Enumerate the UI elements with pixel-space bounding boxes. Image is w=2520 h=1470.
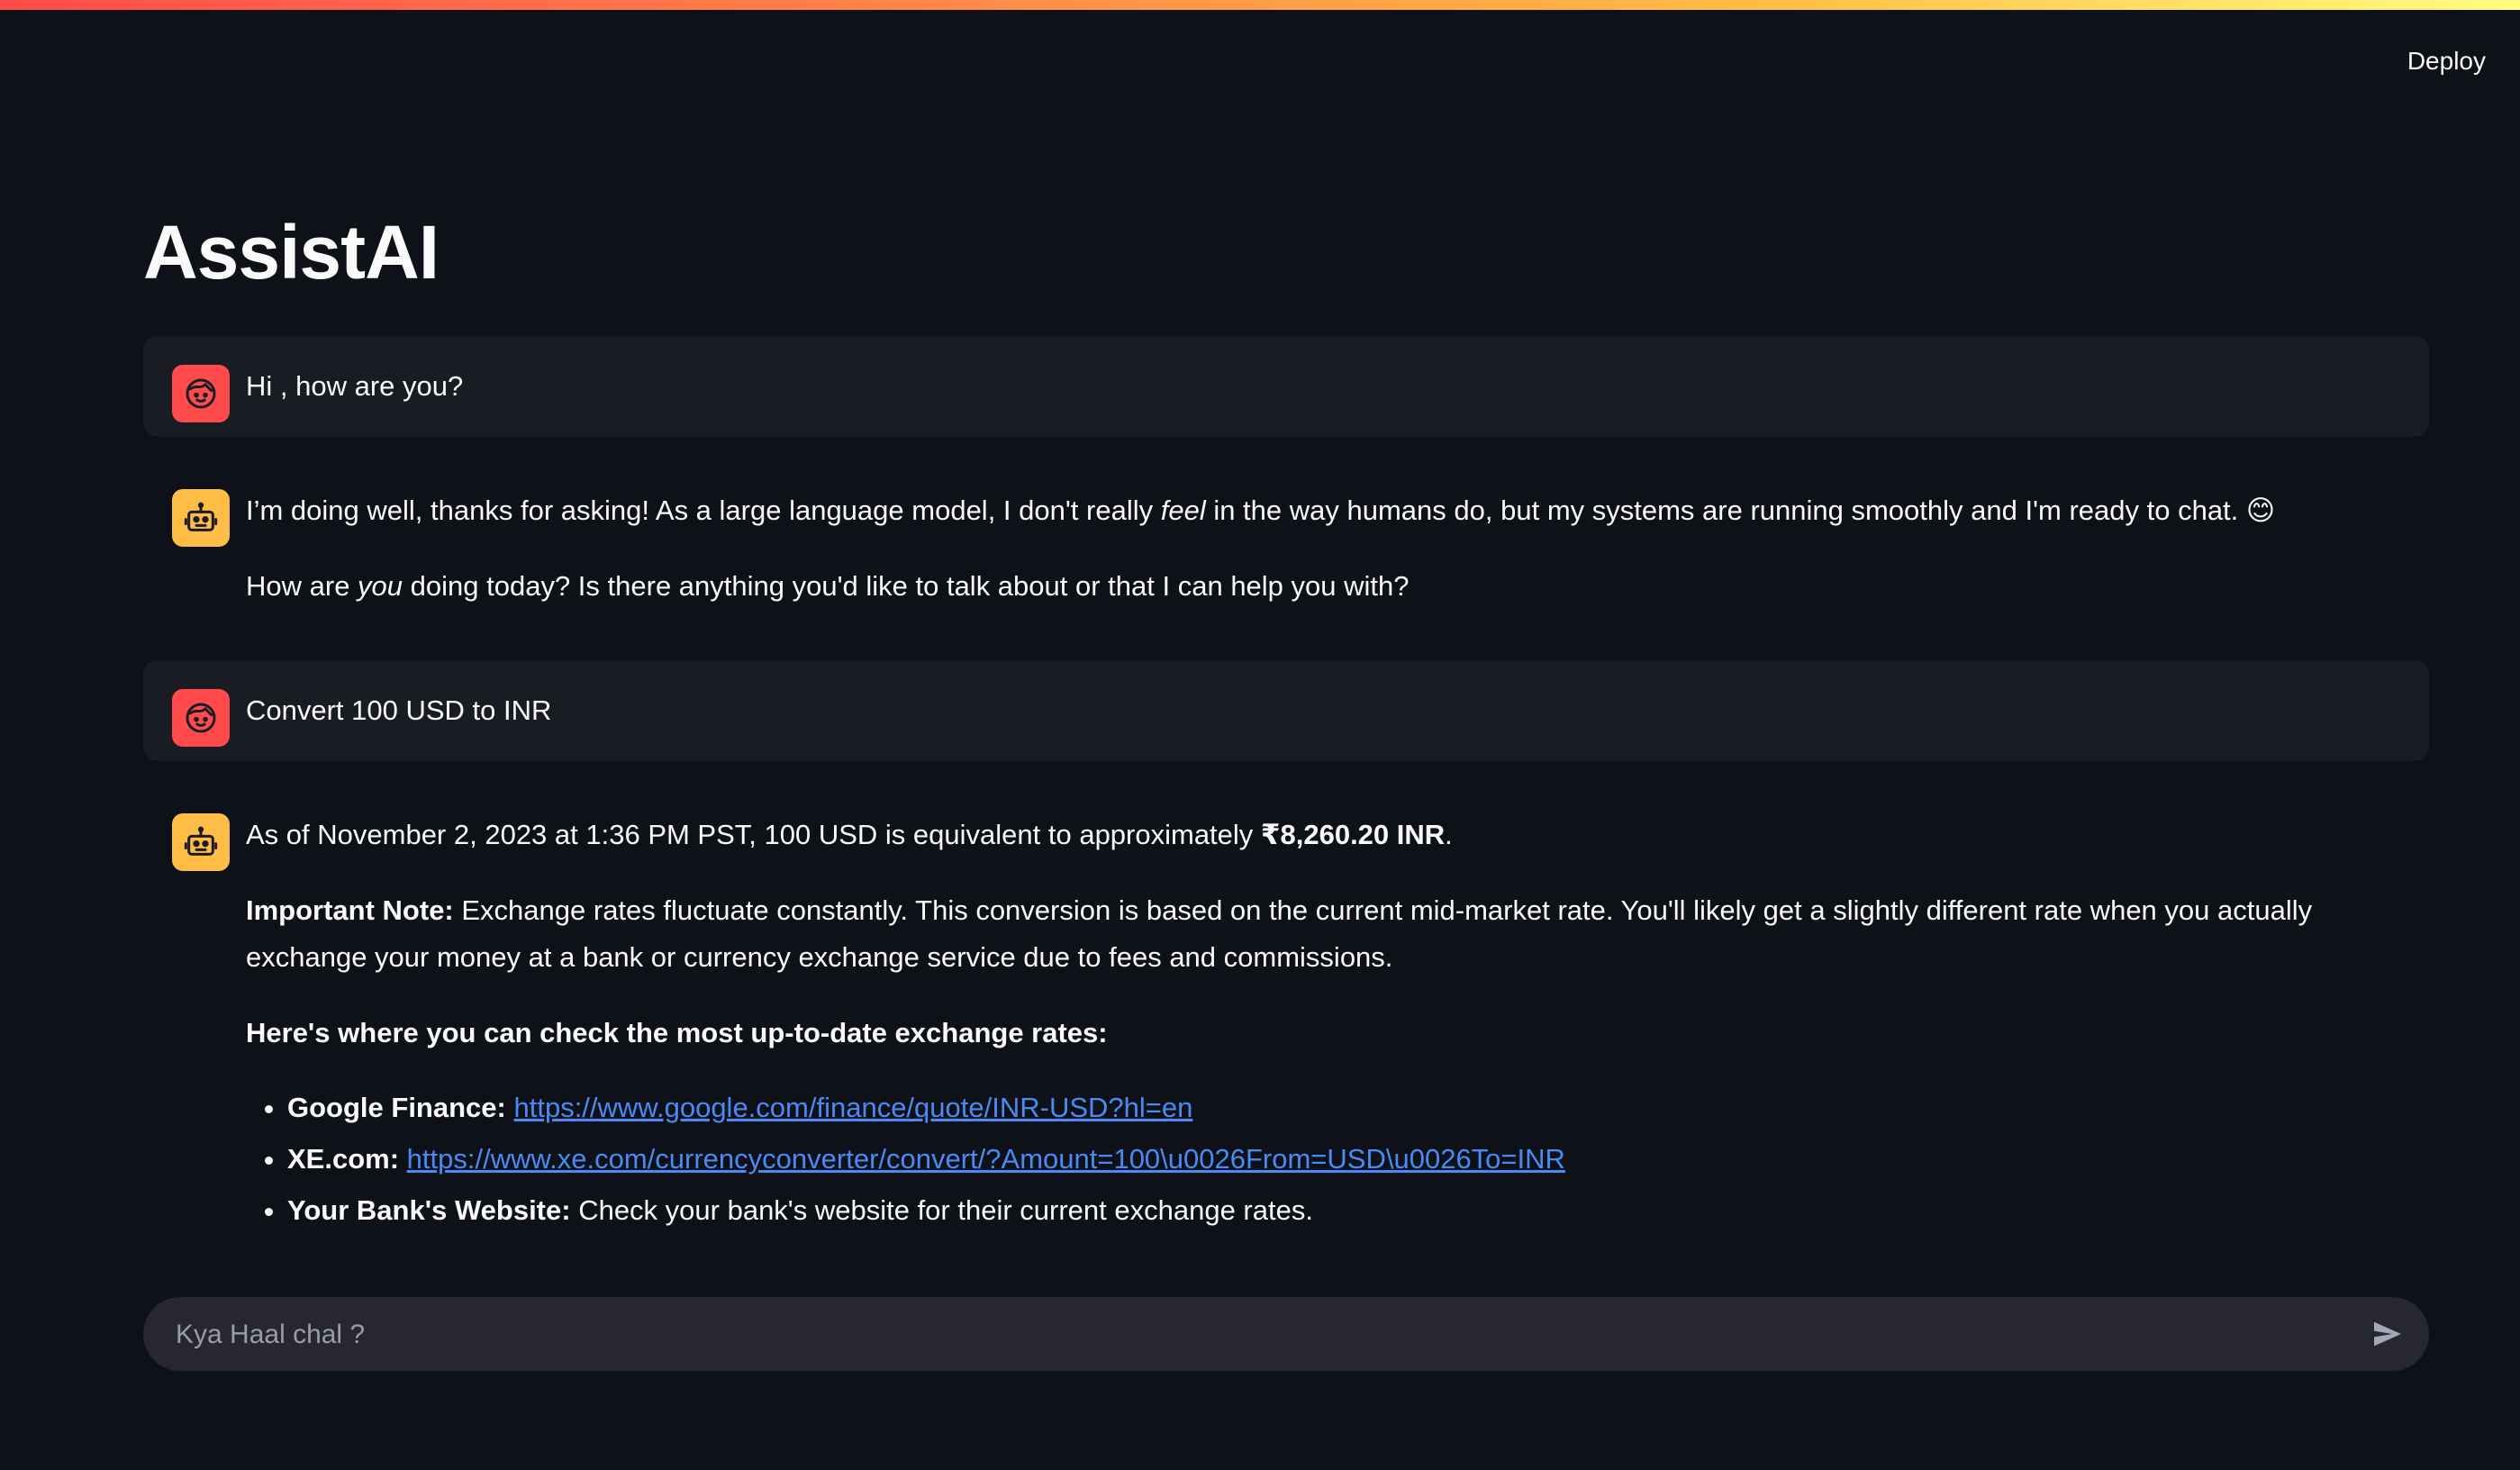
google-finance-link[interactable]: https://www.google.com/finance/quote/INR…: [513, 1092, 1192, 1123]
message-text: Convert 100 USD to INR: [246, 694, 552, 726]
robot-icon: [172, 489, 230, 547]
list-item: Google Finance: https://www.google.com/f…: [287, 1082, 2400, 1133]
page-title: AssistAI: [143, 210, 440, 295]
chat-history[interactable]: Hi , how are you? I’m doing well, thanks…: [143, 336, 2429, 1270]
list-item: Your Bank's Website: Check your bank's w…: [287, 1184, 2400, 1236]
sources-list: Google Finance: https://www.google.com/f…: [246, 1082, 2400, 1236]
list-item: XE.com: https://www.xe.com/currencyconve…: [287, 1133, 2400, 1184]
chat-message-user: Hi , how are you?: [143, 336, 2429, 437]
chat-input[interactable]: [174, 1297, 2321, 1373]
send-icon[interactable]: [2366, 1312, 2409, 1356]
xe-link[interactable]: https://www.xe.com/currencyconverter/con…: [407, 1143, 1565, 1175]
sources-heading: Here's where you can check the most up-t…: [246, 1017, 1108, 1048]
robot-icon: [172, 813, 230, 871]
chat-message-assistant: As of November 2, 2023 at 1:36 PM PST, 1…: [143, 785, 2429, 1263]
face-icon: [172, 689, 230, 747]
top-decoration-bar: [0, 0, 2520, 10]
message-paragraph: As of November 2, 2023 at 1:36 PM PST, 1…: [246, 819, 1453, 850]
face-icon: [172, 365, 230, 422]
chat-message-assistant: I’m doing well, thanks for asking! As a …: [143, 460, 2429, 637]
message-paragraph: How are you doing today? Is there anythi…: [246, 570, 1410, 602]
message-text: Hi , how are you?: [246, 370, 464, 402]
deploy-button[interactable]: Deploy: [2402, 43, 2491, 79]
important-note: Important Note: Exchange rates fluctuate…: [246, 894, 2313, 973]
chat-input-container: [143, 1297, 2429, 1373]
message-paragraph: I’m doing well, thanks for asking! As a …: [246, 495, 2276, 526]
chat-message-user: Convert 100 USD to INR: [143, 660, 2429, 761]
